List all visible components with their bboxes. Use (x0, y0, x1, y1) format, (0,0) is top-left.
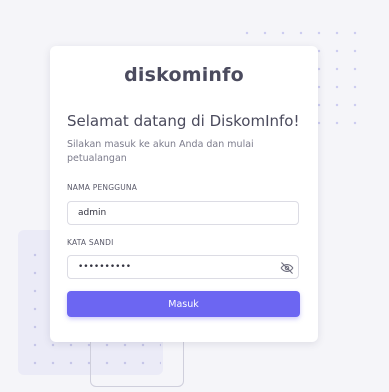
login-card: diskominfo Selamat datang di DiskomInfo!… (50, 46, 318, 342)
username-label: NAMA PENGGUNA (67, 183, 138, 192)
eye-slash-icon[interactable] (280, 260, 294, 274)
password-label: KATA SANDI (67, 238, 114, 247)
welcome-subtitle: Silakan masuk ke akun Anda dan mulai pet… (67, 139, 254, 164)
brand-logo: diskominfo (124, 64, 244, 86)
login-submit-button[interactable]: Masuk (67, 291, 300, 317)
password-input[interactable] (67, 255, 299, 279)
welcome-title: Selamat datang di DiskomInfo! (67, 112, 300, 130)
username-input[interactable] (67, 201, 299, 225)
